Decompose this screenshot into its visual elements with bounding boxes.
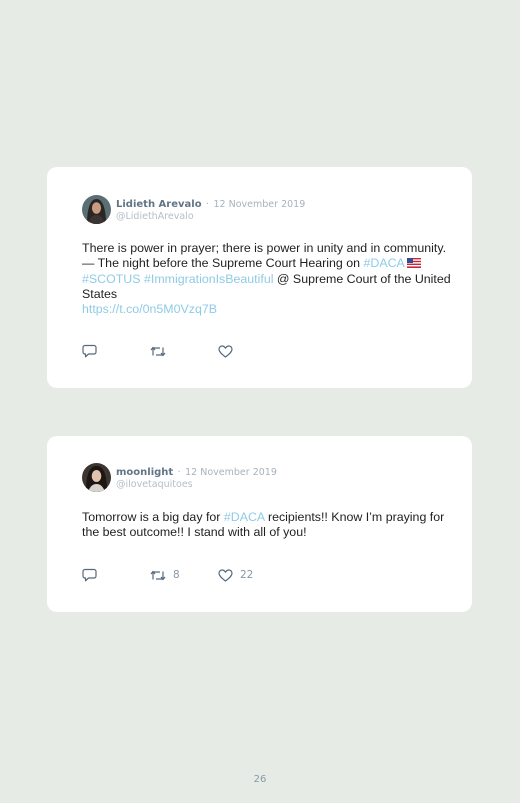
like-button[interactable]: 22 <box>218 568 254 582</box>
retweet-count: 8 <box>173 569 180 581</box>
reply-icon <box>82 568 97 582</box>
retweet-icon <box>150 345 166 358</box>
tweet-text: There is power in prayer; there is power… <box>82 241 452 317</box>
tweet-url-link[interactable]: https://t.co/0n5M0Vzq7B <box>82 302 217 316</box>
retweet-button[interactable]: 8 <box>150 569 218 582</box>
meta-separator: · <box>206 199 210 210</box>
tweet-date[interactable]: 12 November 2019 <box>185 467 277 478</box>
tweet-card: moonlight · 12 November 2019 @ilovetaqui… <box>47 436 472 612</box>
heart-icon <box>218 344 233 358</box>
avatar[interactable] <box>82 195 111 224</box>
reply-icon <box>82 344 97 358</box>
retweet-icon <box>150 569 166 582</box>
reply-button[interactable] <box>82 344 150 358</box>
tweet-meta: Lidieth Arevalo · 12 November 2019 @Lidi… <box>116 195 305 223</box>
us-flag-icon <box>406 257 421 272</box>
tweet-text: Tomorrow is a big day for #DACA recipien… <box>82 510 452 540</box>
hashtag-link[interactable]: #ImmigrationIsBeautiful <box>144 272 273 286</box>
tweet-header: Lidieth Arevalo · 12 November 2019 @Lidi… <box>82 195 305 224</box>
author-name[interactable]: moonlight <box>116 467 173 478</box>
tweet-date[interactable]: 12 November 2019 <box>214 199 306 210</box>
meta-separator: · <box>177 467 181 478</box>
heart-icon <box>218 568 233 582</box>
like-button[interactable] <box>218 344 240 358</box>
tweet-card: Lidieth Arevalo · 12 November 2019 @Lidi… <box>47 167 472 388</box>
tweet-meta: moonlight · 12 November 2019 @ilovetaqui… <box>116 463 277 491</box>
tweet-text-part: Tomorrow is a big day for <box>82 510 224 524</box>
author-handle[interactable]: @ilovetaquitoes <box>116 479 277 491</box>
tweet-header: moonlight · 12 November 2019 @ilovetaqui… <box>82 463 277 492</box>
hashtag-link[interactable]: #DACA <box>363 256 404 270</box>
hashtag-link[interactable]: #SCOTUS <box>82 272 141 286</box>
author-handle[interactable]: @LidiethArevalo <box>116 211 305 223</box>
tweet-actions <box>82 344 240 358</box>
page-number: 26 <box>253 774 267 785</box>
hashtag-link[interactable]: #DACA <box>224 510 265 524</box>
avatar[interactable] <box>82 463 111 492</box>
author-name[interactable]: Lidieth Arevalo <box>116 199 202 210</box>
like-count: 22 <box>240 569 254 581</box>
reply-button[interactable] <box>82 568 150 582</box>
retweet-button[interactable] <box>150 345 218 358</box>
tweet-actions: 8 22 <box>82 568 253 582</box>
